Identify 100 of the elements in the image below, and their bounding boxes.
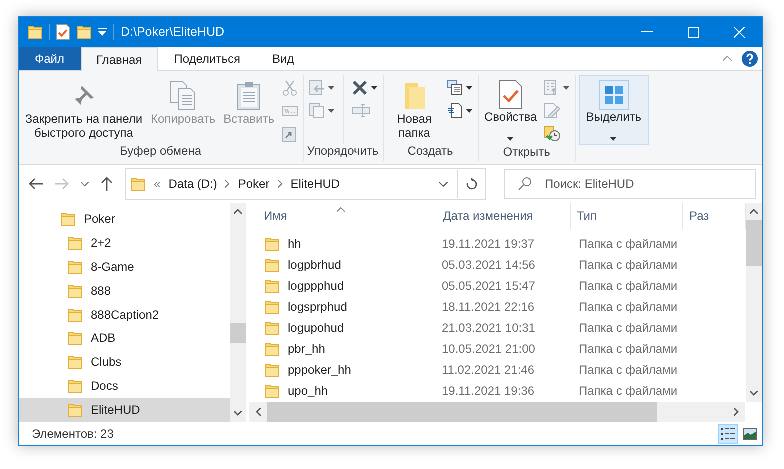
file-name[interactable]: upo_hh: [249, 382, 436, 398]
ribbon-tab[interactable]: Главная: [80, 47, 158, 71]
table-cell-text: Папка с файлами: [578, 258, 678, 272]
new-folder-button[interactable]: Новая папка: [386, 75, 442, 144]
scroll-down-icon[interactable]: [750, 391, 758, 396]
folder-icon: [264, 298, 280, 314]
item-count: Элементов: 23: [32, 427, 114, 441]
table-cell-text: Папка с файлами: [578, 320, 678, 334]
folder-icon: [67, 282, 83, 299]
table-cell-text: 11.02.2021 21:46: [441, 362, 536, 376]
tree-item[interactable]: 888: [19, 278, 230, 303]
table-cell-text: Папка с файлами: [578, 278, 678, 292]
caret-icon: [328, 86, 334, 90]
overflow-crumb[interactable]: «: [154, 177, 161, 191]
file-name[interactable]: pbr_hh: [249, 340, 436, 356]
breadcrumb[interactable]: Poker: [238, 177, 270, 191]
properties-button[interactable]: Свойства: [482, 75, 540, 145]
dropdown-icon[interactable]: [98, 28, 107, 36]
scrollbar-thumb[interactable]: [267, 402, 657, 422]
breadcrumb[interactable]: Data (D:): [168, 177, 218, 191]
tree-item[interactable]: 888Caption2: [19, 302, 230, 326]
help-icon[interactable]: [742, 50, 758, 66]
pin-button[interactable]: Закрепить на панели быстрого доступа: [22, 75, 146, 144]
file-name[interactable]: logsprphud: [249, 298, 436, 314]
scrollbar-thumb[interactable]: [230, 322, 246, 344]
details-view-button[interactable]: [718, 424, 738, 444]
file-name[interactable]: pppoker_hh: [249, 362, 436, 378]
delete-icon: [352, 80, 368, 96]
folder-icon: [264, 320, 280, 336]
scroll-left-icon[interactable]: [256, 408, 260, 416]
copy-icon: [169, 81, 198, 111]
new-folder-icon: [76, 24, 92, 40]
tree-item[interactable]: 8-Game: [19, 254, 230, 279]
properties-icon[interactable]: [56, 24, 70, 40]
scroll-up-icon[interactable]: [234, 209, 242, 214]
table-cell-text: 19.11.2021 19:36: [441, 384, 536, 398]
copy-to-icon: [308, 103, 324, 119]
address-bar[interactable]: « Data (D:) Poker EliteHUD: [125, 168, 486, 200]
close-icon: [734, 26, 744, 38]
chevron-icon[interactable]: [225, 180, 230, 188]
table-cell-text: Папка с файлами: [578, 236, 678, 250]
breadcrumb[interactable]: EliteHUD: [290, 177, 340, 191]
tree-item[interactable]: ADB: [19, 326, 230, 350]
scrollbar-thumb[interactable]: [746, 220, 762, 266]
search-field[interactable]: Поиск: EliteHUD: [504, 169, 756, 199]
tree-item[interactable]: Poker: [19, 207, 230, 231]
column-header[interactable]: Тип: [570, 203, 684, 229]
caret-icon: [610, 137, 618, 141]
folder-icon: [264, 236, 280, 252]
file-name[interactable]: logupohud: [249, 320, 436, 336]
folder-icon: [27, 24, 43, 40]
file-name[interactable]: logpbrhud: [249, 256, 436, 272]
tree-item[interactable]: Docs: [19, 374, 230, 398]
rename-icon: [352, 104, 370, 118]
file-name[interactable]: logppphud: [249, 278, 436, 294]
file-name[interactable]: hh: [249, 236, 436, 252]
minimize-icon: [641, 31, 653, 33]
folder-icon: [130, 176, 146, 192]
up-button[interactable]: [101, 177, 113, 191]
sort-icon: [337, 207, 345, 212]
chevron-icon[interactable]: [278, 180, 283, 188]
group-label: Создать: [408, 144, 454, 158]
refresh-icon: [466, 178, 478, 190]
tree-item[interactable]: Clubs: [19, 350, 230, 374]
history-icon: [544, 126, 562, 142]
table-cell-text: 21.03.2021 10:31: [441, 320, 536, 334]
back-arrow-icon: [29, 178, 43, 190]
table-cell-text: Папка с файлами: [578, 384, 678, 398]
back-button[interactable]: [29, 178, 43, 190]
scrollbar[interactable]: [249, 402, 745, 422]
select-icon: [598, 80, 629, 110]
table-cell-text: Папка с файлами: [578, 362, 678, 376]
scroll-right-icon[interactable]: [734, 408, 738, 416]
tree-item[interactable]: 2+2: [19, 230, 230, 255]
scrollbar[interactable]: [230, 203, 246, 422]
toolbar-button[interactable]: [444, 79, 474, 97]
collapse-ribbon-icon[interactable]: [723, 56, 732, 61]
recent-locations-button[interactable]: [81, 182, 89, 186]
folder-icon: [67, 234, 83, 251]
caret-icon: [370, 86, 378, 90]
folder-icon: [264, 362, 280, 378]
folder-icon: [264, 278, 280, 294]
file-menu-tab[interactable]: Файл: [19, 47, 81, 70]
select-button[interactable]: Выделить: [579, 75, 649, 145]
caret-icon: [507, 137, 514, 141]
clipboard-icon: [237, 81, 262, 111]
scroll-up-icon[interactable]: [750, 209, 758, 214]
scissors-icon: [282, 80, 298, 96]
column-header[interactable]: Дата изменения: [437, 203, 571, 229]
dropdown-icon[interactable]: [438, 182, 448, 186]
table-cell-text: Папка с файлами: [578, 342, 678, 356]
maximize-icon: [688, 26, 698, 38]
column-header[interactable]: Имя: [249, 203, 438, 229]
tree-item[interactable]: EliteHUD: [19, 398, 230, 422]
properties-icon: [498, 80, 523, 110]
large-icons-view-icon: [743, 428, 757, 440]
caret-icon: [328, 109, 334, 113]
scrollbar[interactable]: [746, 203, 762, 402]
scroll-down-icon[interactable]: [234, 411, 242, 416]
folder-icon: [264, 382, 280, 398]
